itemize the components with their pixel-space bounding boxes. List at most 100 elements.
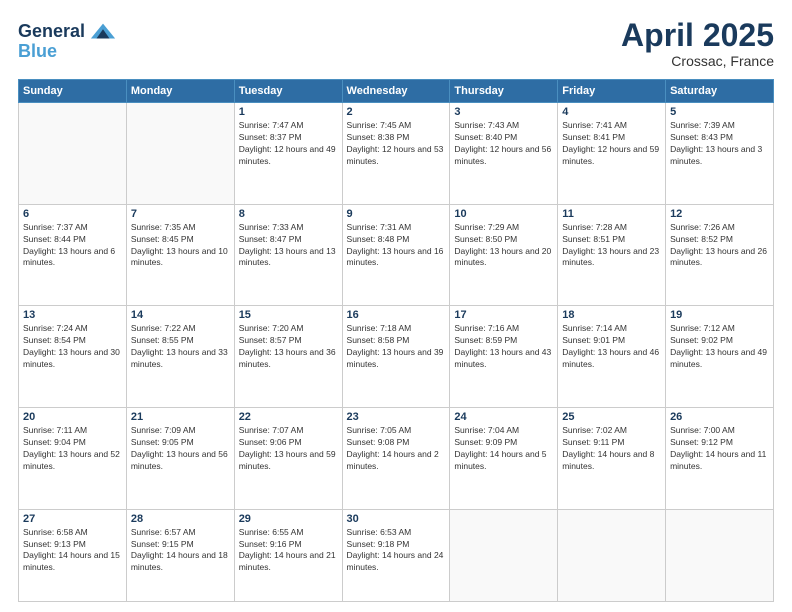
day-info: Sunrise: 7:35 AM Sunset: 8:45 PM Dayligh… (131, 222, 230, 270)
col-header-tuesday: Tuesday (234, 80, 342, 103)
day-cell: 17 Sunrise: 7:16 AM Sunset: 8:59 PM Dayli… (450, 306, 558, 408)
day-info: Sunrise: 7:05 AM Sunset: 9:08 PM Dayligh… (347, 425, 446, 473)
day-cell: 9Sunrise: 7:31 AM Sunset: 8:48 PM Daylig… (342, 204, 450, 306)
day-number: 3 (454, 106, 553, 118)
day-info: Sunrise: 7:26 AM Sunset: 8:52 PM Dayligh… (670, 222, 769, 270)
day-info: Sunrise: 6:58 AM Sunset: 9:13 PM Dayligh… (23, 527, 122, 575)
day-info: Sunrise: 7:37 AM Sunset: 8:44 PM Dayligh… (23, 222, 122, 270)
day-number: 12 (670, 208, 769, 220)
day-info: Sunrise: 7:16 AM Sunset: 8:59 PM Dayligh… (454, 323, 553, 371)
day-info: Sunrise: 7:09 AM Sunset: 9:05 PM Dayligh… (131, 425, 230, 473)
day-number: 23 (347, 411, 446, 423)
day-info: Sunrise: 7:04 AM Sunset: 9:09 PM Dayligh… (454, 425, 553, 473)
day-cell: 27 Sunrise: 6:58 AM Sunset: 9:13 PM Dayli… (19, 509, 127, 601)
day-cell (558, 509, 666, 601)
day-cell: 18 Sunrise: 7:14 AM Sunset: 9:01 PM Dayli… (558, 306, 666, 408)
title-block: April 2025 Crossac, France (621, 18, 774, 69)
day-cell: 1Sunrise: 7:47 AM Sunset: 8:37 PM Daylig… (234, 103, 342, 205)
month-title: April 2025 (621, 18, 774, 53)
week-row-3: 13 Sunrise: 7:24 AM Sunset: 8:54 PM Dayli… (19, 306, 774, 408)
col-header-sunday: Sunday (19, 80, 127, 103)
page: General Blue April 2025 Crossac, France … (0, 0, 792, 612)
day-number: 10 (454, 208, 553, 220)
day-info: Sunrise: 7:39 AM Sunset: 8:43 PM Dayligh… (670, 120, 769, 168)
day-number: 13 (23, 309, 122, 321)
day-cell: 10 Sunrise: 7:29 AM Sunset: 8:50 PM Dayli… (450, 204, 558, 306)
day-number: 25 (562, 411, 661, 423)
day-info: Sunrise: 7:41 AM Sunset: 8:41 PM Dayligh… (562, 120, 661, 168)
day-number: 16 (347, 309, 446, 321)
col-header-friday: Friday (558, 80, 666, 103)
day-number: 21 (131, 411, 230, 423)
day-cell: 23 Sunrise: 7:05 AM Sunset: 9:08 PM Dayli… (342, 408, 450, 510)
day-number: 17 (454, 309, 553, 321)
header-row: SundayMondayTuesdayWednesdayThursdayFrid… (19, 80, 774, 103)
header: General Blue April 2025 Crossac, France (18, 18, 774, 69)
day-number: 22 (239, 411, 338, 423)
day-number: 5 (670, 106, 769, 118)
day-number: 19 (670, 309, 769, 321)
day-info: Sunrise: 7:24 AM Sunset: 8:54 PM Dayligh… (23, 323, 122, 371)
day-cell: 16 Sunrise: 7:18 AM Sunset: 8:58 PM Dayli… (342, 306, 450, 408)
day-number: 8 (239, 208, 338, 220)
day-number: 18 (562, 309, 661, 321)
day-info: Sunrise: 7:18 AM Sunset: 8:58 PM Dayligh… (347, 323, 446, 371)
day-info: Sunrise: 7:12 AM Sunset: 9:02 PM Dayligh… (670, 323, 769, 371)
day-info: Sunrise: 7:31 AM Sunset: 8:48 PM Dayligh… (347, 222, 446, 270)
logo-text: General (18, 22, 85, 42)
day-info: Sunrise: 7:47 AM Sunset: 8:37 PM Dayligh… (239, 120, 338, 168)
day-info: Sunrise: 7:29 AM Sunset: 8:50 PM Dayligh… (454, 222, 553, 270)
day-cell: 25Sunrise: 7:02 AM Sunset: 9:11 PM Dayli… (558, 408, 666, 510)
day-number: 15 (239, 309, 338, 321)
calendar-table: SundayMondayTuesdayWednesdayThursdayFrid… (18, 79, 774, 602)
day-cell: 15 Sunrise: 7:20 AM Sunset: 8:57 PM Dayli… (234, 306, 342, 408)
day-cell: 26 Sunrise: 7:00 AM Sunset: 9:12 PM Dayli… (666, 408, 774, 510)
day-info: Sunrise: 7:28 AM Sunset: 8:51 PM Dayligh… (562, 222, 661, 270)
day-cell: 14Sunrise: 7:22 AM Sunset: 8:55 PM Dayli… (126, 306, 234, 408)
day-cell: 28Sunrise: 6:57 AM Sunset: 9:15 PM Dayli… (126, 509, 234, 601)
day-cell (666, 509, 774, 601)
day-info: Sunrise: 7:43 AM Sunset: 8:40 PM Dayligh… (454, 120, 553, 168)
day-cell: 19 Sunrise: 7:12 AM Sunset: 9:02 PM Dayli… (666, 306, 774, 408)
day-info: Sunrise: 7:00 AM Sunset: 9:12 PM Dayligh… (670, 425, 769, 473)
day-cell: 11Sunrise: 7:28 AM Sunset: 8:51 PM Dayli… (558, 204, 666, 306)
day-number: 28 (131, 513, 230, 525)
day-info: Sunrise: 7:20 AM Sunset: 8:57 PM Dayligh… (239, 323, 338, 371)
logo-icon (89, 18, 117, 46)
week-row-1: 1Sunrise: 7:47 AM Sunset: 8:37 PM Daylig… (19, 103, 774, 205)
day-info: Sunrise: 6:55 AM Sunset: 9:16 PM Dayligh… (239, 527, 338, 575)
day-number: 27 (23, 513, 122, 525)
day-cell: 30Sunrise: 6:53 AM Sunset: 9:18 PM Dayli… (342, 509, 450, 601)
week-row-2: 6Sunrise: 7:37 AM Sunset: 8:44 PM Daylig… (19, 204, 774, 306)
day-cell: 20 Sunrise: 7:11 AM Sunset: 9:04 PM Dayli… (19, 408, 127, 510)
day-number: 4 (562, 106, 661, 118)
day-info: Sunrise: 7:45 AM Sunset: 8:38 PM Dayligh… (347, 120, 446, 168)
day-cell: 2 Sunrise: 7:45 AM Sunset: 8:38 PM Daylig… (342, 103, 450, 205)
location: Crossac, France (621, 53, 774, 69)
col-header-saturday: Saturday (666, 80, 774, 103)
day-cell: 12 Sunrise: 7:26 AM Sunset: 8:52 PM Dayli… (666, 204, 774, 306)
col-header-monday: Monday (126, 80, 234, 103)
day-cell (19, 103, 127, 205)
day-cell: 24 Sunrise: 7:04 AM Sunset: 9:09 PM Dayli… (450, 408, 558, 510)
day-number: 20 (23, 411, 122, 423)
day-cell: 4 Sunrise: 7:41 AM Sunset: 8:41 PM Daylig… (558, 103, 666, 205)
day-cell (126, 103, 234, 205)
day-cell: 7Sunrise: 7:35 AM Sunset: 8:45 PM Daylig… (126, 204, 234, 306)
col-header-wednesday: Wednesday (342, 80, 450, 103)
day-cell: 29Sunrise: 6:55 AM Sunset: 9:16 PM Dayli… (234, 509, 342, 601)
day-number: 24 (454, 411, 553, 423)
day-info: Sunrise: 7:11 AM Sunset: 9:04 PM Dayligh… (23, 425, 122, 473)
logo: General Blue (18, 18, 117, 62)
week-row-5: 27 Sunrise: 6:58 AM Sunset: 9:13 PM Dayli… (19, 509, 774, 601)
day-info: Sunrise: 7:33 AM Sunset: 8:47 PM Dayligh… (239, 222, 338, 270)
day-cell: 8 Sunrise: 7:33 AM Sunset: 8:47 PM Daylig… (234, 204, 342, 306)
day-info: Sunrise: 7:14 AM Sunset: 9:01 PM Dayligh… (562, 323, 661, 371)
day-number: 26 (670, 411, 769, 423)
day-number: 2 (347, 106, 446, 118)
day-cell: 3 Sunrise: 7:43 AM Sunset: 8:40 PM Daylig… (450, 103, 558, 205)
day-info: Sunrise: 6:53 AM Sunset: 9:18 PM Dayligh… (347, 527, 446, 575)
day-number: 14 (131, 309, 230, 321)
day-cell: 22Sunrise: 7:07 AM Sunset: 9:06 PM Dayli… (234, 408, 342, 510)
day-cell (450, 509, 558, 601)
